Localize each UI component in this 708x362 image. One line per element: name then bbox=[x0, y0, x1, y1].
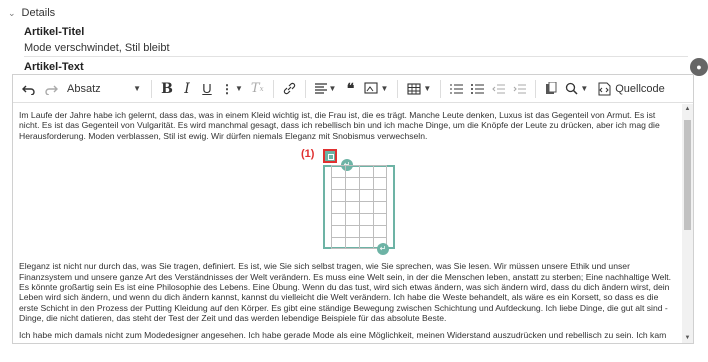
annotation-marker: (1) bbox=[301, 148, 315, 161]
toolbar-separator bbox=[397, 79, 399, 98]
chevron-down-icon: ▼ bbox=[133, 84, 141, 93]
indent-icon[interactable] bbox=[510, 78, 529, 100]
paragraph-3: Ich habe mich damals nicht zum Modedesig… bbox=[19, 329, 667, 340]
source-code-button[interactable]: Quellcode bbox=[593, 78, 668, 100]
text-field-label: Artikel-Text bbox=[24, 61, 84, 73]
rich-text-editor[interactable]: Absatz ▼ B I U ⋮ ▼ Tx ▼ ❝ ▼ ▼ ▼ Quellcod… bbox=[12, 74, 694, 344]
more-formatting-icon[interactable]: ⋮ ▼ bbox=[218, 78, 246, 100]
field-divider bbox=[24, 56, 688, 57]
editor-scrollbar[interactable]: ▲ ▼ bbox=[682, 104, 693, 343]
title-field-label: Artikel-Titel bbox=[24, 26, 85, 38]
scroll-thumb[interactable] bbox=[684, 120, 691, 230]
outdent-icon[interactable] bbox=[489, 78, 508, 100]
undo-icon[interactable] bbox=[19, 78, 39, 100]
bold-icon[interactable]: B bbox=[158, 78, 176, 100]
bulleted-list-icon[interactable] bbox=[468, 78, 487, 100]
paste-icon[interactable] bbox=[542, 78, 560, 100]
redo-icon[interactable] bbox=[41, 78, 61, 100]
toolbar-separator bbox=[535, 79, 537, 98]
align-icon[interactable]: ▼ bbox=[312, 78, 340, 100]
insert-paragraph-after-icon[interactable]: ↵ bbox=[377, 243, 389, 256]
numbered-list-icon[interactable] bbox=[447, 78, 466, 100]
find-replace-icon[interactable]: ▼ bbox=[562, 78, 591, 100]
paragraph-1: Im Laufe der Jahre habe ich gelernt, das… bbox=[19, 110, 660, 141]
section-title: Details bbox=[21, 7, 56, 19]
link-icon[interactable] bbox=[280, 78, 299, 100]
scroll-up-icon[interactable]: ▲ bbox=[682, 104, 693, 114]
toolbar-separator bbox=[151, 79, 152, 98]
blockquote-icon[interactable]: ❝ bbox=[341, 78, 359, 100]
toolbar-separator bbox=[440, 79, 442, 98]
table-select-handle-icon[interactable] bbox=[323, 149, 337, 164]
toolbar-separator bbox=[272, 79, 274, 98]
italic-icon[interactable]: I bbox=[178, 78, 196, 100]
source-code-label: Quellcode bbox=[615, 82, 665, 95]
table-grid[interactable] bbox=[331, 165, 387, 250]
title-field-value[interactable]: Mode verschwindet, Stil bleibt bbox=[24, 42, 170, 54]
scroll-down-icon[interactable]: ▼ bbox=[682, 333, 693, 343]
clear-formatting-icon[interactable]: Tx bbox=[248, 78, 267, 100]
insert-table-icon[interactable]: ▼ bbox=[404, 78, 434, 100]
editor-content[interactable]: Im Laufe der Jahre habe ich gelernt, das… bbox=[13, 104, 681, 343]
paragraph-format-value: Absatz bbox=[67, 82, 101, 95]
chevron-down-icon[interactable]: ⌄ bbox=[8, 8, 16, 19]
paragraph-2: Eleganz ist nicht nur durch das, was Sie… bbox=[19, 261, 672, 324]
editor-toolbar: Absatz ▼ B I U ⋮ ▼ Tx ▼ ❝ ▼ ▼ ▼ Quellcod… bbox=[13, 75, 693, 103]
insert-media-icon[interactable]: ▼ bbox=[361, 78, 391, 100]
toolbar-separator bbox=[304, 79, 306, 98]
details-section-header[interactable]: ⌄ Details bbox=[8, 7, 55, 19]
embedded-table-widget[interactable]: (1) ↵ ↵ bbox=[19, 147, 675, 257]
paragraph-format-dropdown[interactable]: Absatz ▼ bbox=[63, 78, 145, 100]
underline-icon[interactable]: U bbox=[198, 78, 216, 100]
